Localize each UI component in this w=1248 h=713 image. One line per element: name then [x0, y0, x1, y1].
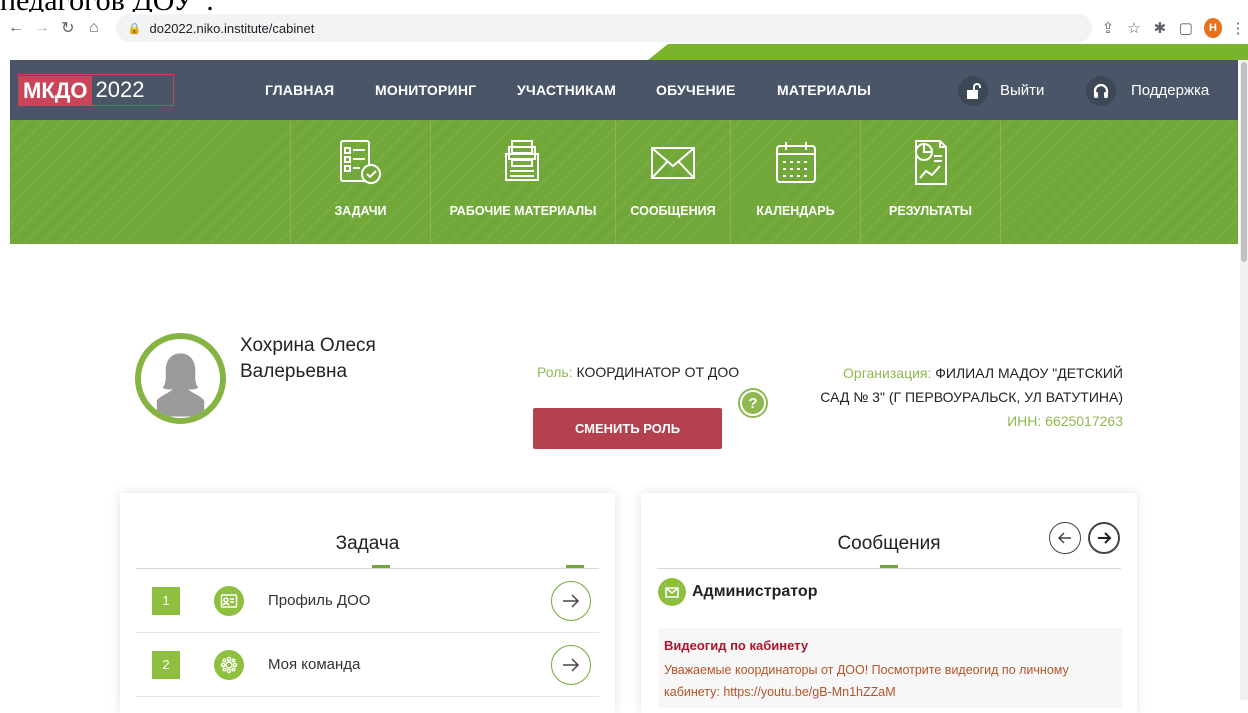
nav-messages-label: СООБЩЕНИЯ — [630, 204, 716, 218]
address-bar[interactable]: 🔒 do2022.niko.institute/cabinet — [115, 14, 1093, 42]
menu-monitoring[interactable]: МОНИТОРИНГ — [375, 82, 476, 98]
user-silhouette-icon — [156, 352, 205, 417]
profile-avatar[interactable]: Н — [1203, 18, 1223, 38]
task-row[interactable]: 1 Профиль ДОО — [136, 569, 599, 633]
url-text: do2022.niko.institute/cabinet — [149, 20, 315, 36]
headset-icon[interactable] — [1086, 76, 1116, 106]
message-title: Видеогид по кабинету — [664, 638, 809, 653]
message-text: Уважаемые координаторы от ДОО! Посмотрит… — [664, 659, 1116, 703]
org-value-line2: САД № 3" (Г ПЕРВОУРАЛЬСК, УЛ ВАТУТИНА) — [820, 389, 1123, 405]
task-label: Моя команда — [268, 656, 361, 673]
org-value-line1: ФИЛИАЛ МАДОУ "ДЕТСКИЙ — [935, 365, 1123, 381]
org-label: Организация: — [843, 365, 932, 381]
tasks-panel: Задача 1 Профиль ДОО 2 Моя команда — [120, 493, 615, 713]
task-number: 2 — [152, 650, 180, 679]
nav-tasks[interactable]: ЗАДАЧИ — [290, 120, 430, 244]
sidepanel-icon[interactable]: ▢ — [1176, 17, 1196, 39]
arrow-left-icon[interactable] — [1049, 522, 1081, 554]
back-icon[interactable]: ← — [6, 17, 26, 39]
logo-left: МКДО — [19, 75, 92, 105]
team-icon — [214, 649, 244, 680]
role-value: КООРДИНАТОР ОТ ДОО — [576, 364, 740, 380]
arrow-right-icon[interactable] — [551, 580, 591, 621]
menu-main[interactable]: ГЛАВНАЯ — [265, 82, 334, 98]
tasks-icon — [339, 140, 381, 184]
extensions-icon[interactable]: ✱ — [1150, 17, 1170, 39]
browser-toolbar: ← → ↻ ⌂ 🔒 do2022.niko.institute/cabinet … — [0, 12, 1248, 44]
envelope-icon — [651, 147, 695, 179]
results-icon — [914, 140, 947, 185]
home-icon[interactable]: ⌂ — [84, 17, 104, 39]
user-name-line1: Хохрина Олеся — [240, 335, 376, 356]
support-link[interactable]: Поддержка — [1131, 82, 1209, 99]
unlock-icon[interactable] — [958, 76, 988, 106]
materials-icon — [505, 140, 539, 181]
nav-work-materials[interactable]: РАБОЧИЕ МАТЕРИАЛЫ — [430, 120, 615, 244]
nav-results[interactable]: РЕЗУЛЬТАТЫ — [860, 120, 1000, 244]
forward-icon[interactable]: → — [32, 17, 52, 39]
lock-icon: 🔒 — [127, 22, 142, 35]
menu-participants[interactable]: УЧАСТНИКАМ — [517, 82, 616, 98]
user-name-line2: Валерьевна — [240, 361, 348, 382]
task-row[interactable]: 2 Моя команда — [136, 633, 599, 697]
task-label: Профиль ДОО — [268, 592, 371, 609]
site-logo[interactable]: МКДО 2022 — [18, 74, 174, 106]
cabinet-nav: ЗАДАЧИ РАБОЧИЕ МАТЕРИАЛЫ СООБЩЕНИЯ КАЛЕН… — [10, 120, 1238, 244]
change-role-button[interactable]: СМЕНИТЬ РОЛЬ — [533, 408, 722, 449]
logo-right: 2022 — [95, 77, 145, 102]
menu-materials[interactable]: МАТЕРИАЛЫ — [777, 82, 871, 98]
sender-name: Администратор — [692, 583, 818, 600]
message-item[interactable]: Видеогид по кабинету Уважаемые координат… — [658, 628, 1122, 708]
organization-info: Организация: ФИЛИАЛ МАДОУ "ДЕТСКИЙ САД №… — [790, 361, 1123, 433]
nav-work-materials-label: РАБОЧИЕ МАТЕРИАЛЫ — [449, 204, 597, 218]
id-card-icon — [214, 585, 244, 616]
role-label: Роль: — [537, 364, 573, 380]
arrow-right-icon[interactable] — [551, 644, 591, 685]
page-scrollbar[interactable] — [1240, 60, 1248, 700]
message-text-line1: Уважаемые координаторы от ДОО! Посмотрит… — [664, 663, 1069, 677]
org-inn: ИНН: 6625017263 — [1007, 413, 1123, 429]
envelope-icon — [658, 578, 686, 606]
nav-tasks-label: ЗАДАЧИ — [334, 204, 387, 218]
user-role: Роль: КООРДИНАТОР ОТ ДОО — [537, 364, 739, 380]
task-number: 1 — [152, 586, 180, 615]
star-icon[interactable]: ☆ — [1124, 17, 1144, 39]
site-header: МКДО 2022 ГЛАВНАЯ МОНИТОРИНГ УЧАСТНИКАМ … — [10, 60, 1238, 120]
nav-results-label: РЕЗУЛЬТАТЫ — [889, 204, 972, 218]
help-icon[interactable]: ? — [740, 390, 766, 416]
reload-icon[interactable]: ↻ — [58, 17, 78, 39]
nav-messages[interactable]: СООБЩЕНИЯ — [615, 120, 730, 244]
logout-link[interactable]: Выйти — [1000, 82, 1044, 99]
share-icon[interactable]: ⇪ — [1098, 17, 1118, 39]
calendar-icon — [775, 142, 816, 183]
message-sender: Администратор — [658, 578, 817, 606]
menu-learning[interactable]: ОБУЧЕНИЕ — [656, 82, 736, 98]
nav-calendar-label: КАЛЕНДАРЬ — [756, 204, 835, 218]
kebab-menu-icon[interactable]: ⋮ — [1228, 17, 1248, 39]
green-accent-strip — [0, 44, 1248, 60]
user-name: Хохрина Олеся Валерьевна — [240, 333, 440, 385]
user-avatar — [135, 333, 226, 424]
nav-calendar[interactable]: КАЛЕНДАРЬ — [730, 120, 860, 244]
arrow-right-icon[interactable] — [1088, 522, 1120, 554]
tasks-title: Задача — [335, 533, 400, 554]
